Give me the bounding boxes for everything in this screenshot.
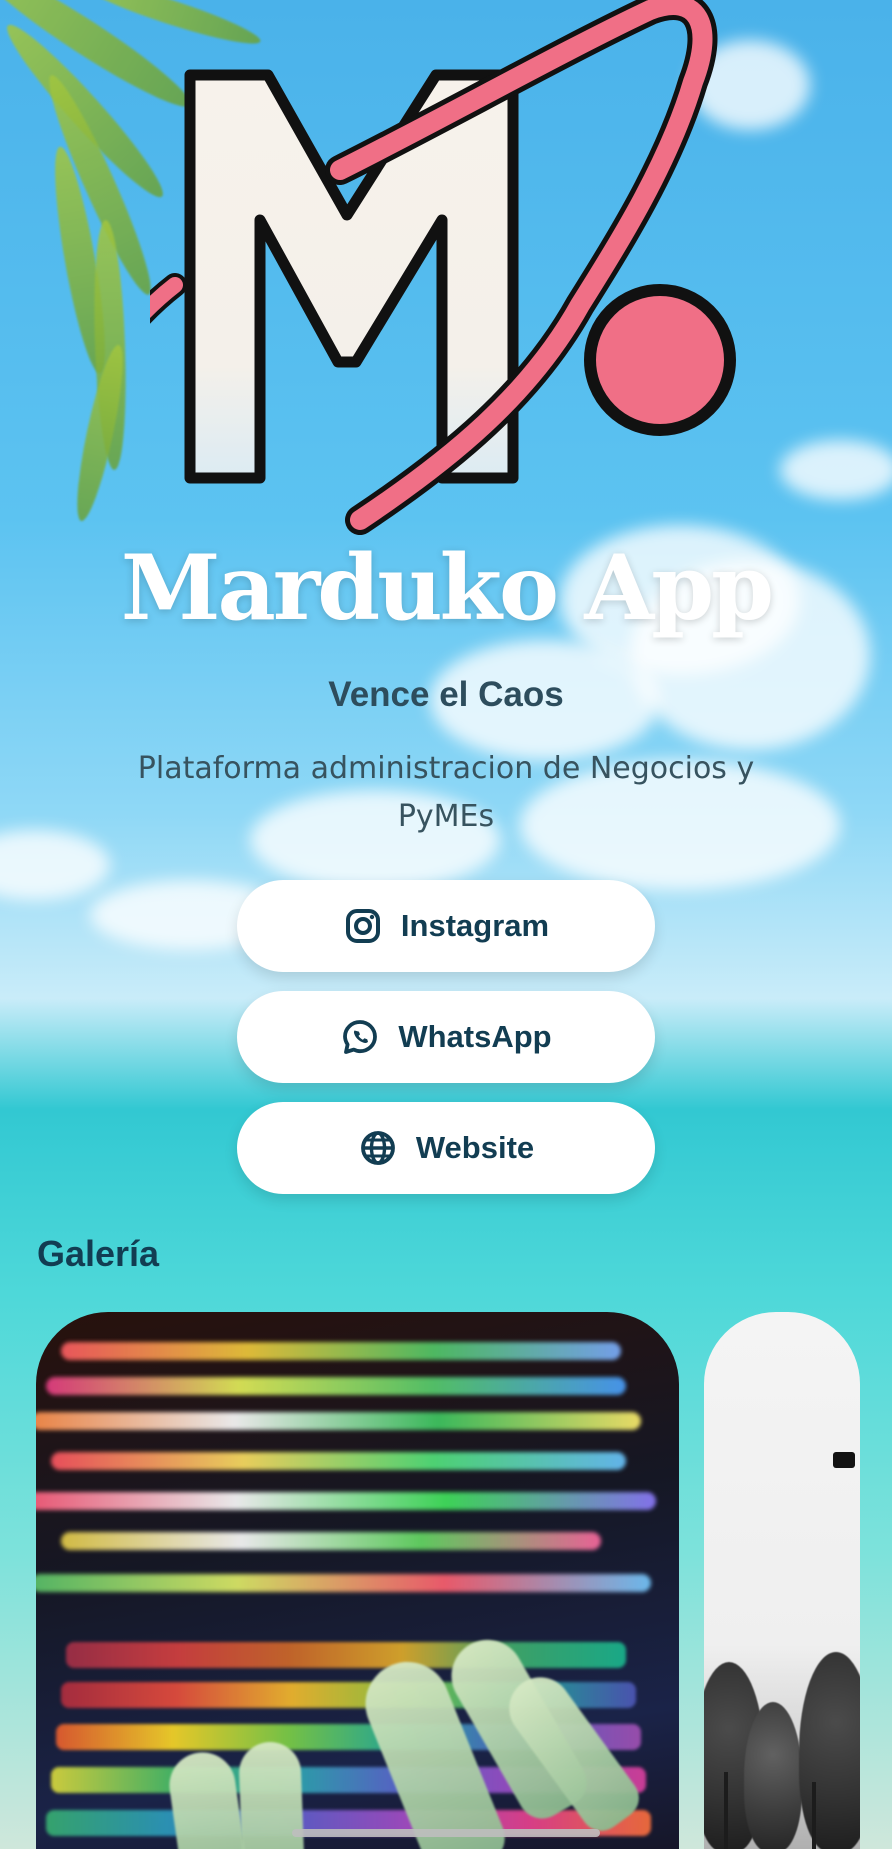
gallery-image-code-keyboard[interactable]	[36, 1312, 679, 1849]
marduko-logo	[150, 0, 736, 535]
gallery-title: Galería	[37, 1233, 160, 1274]
instagram-label: Instagram	[400, 908, 550, 943]
globe-icon	[360, 1131, 395, 1165]
whatsapp-icon	[343, 1020, 378, 1054]
brand-title: Marduko App	[120, 535, 774, 641]
instagram-icon	[345, 909, 380, 943]
whatsapp-label: WhatsApp	[398, 1019, 552, 1054]
home-indicator	[292, 1829, 600, 1837]
website-button[interactable]: Website	[237, 1102, 655, 1194]
description: Plataforma administracion de Negocios y …	[137, 751, 755, 834]
gallery-image-trees[interactable]	[704, 1312, 860, 1849]
instagram-button[interactable]: Instagram	[237, 880, 655, 972]
website-label: Website	[415, 1130, 535, 1165]
tagline: Vence el Caos	[328, 675, 564, 714]
whatsapp-button[interactable]: WhatsApp	[237, 991, 655, 1083]
